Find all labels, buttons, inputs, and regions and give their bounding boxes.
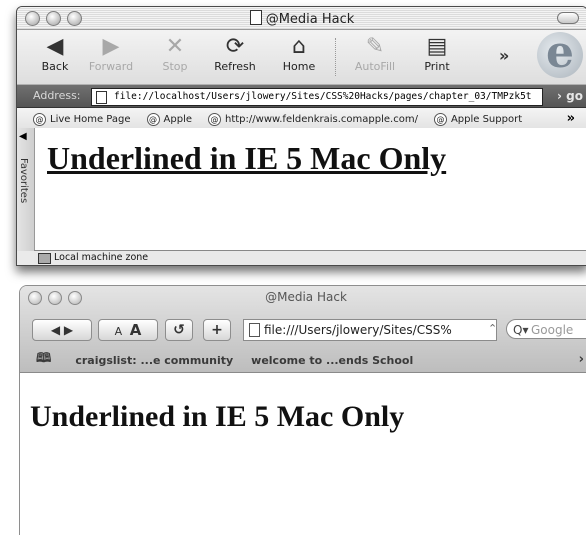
go-button[interactable]: › go <box>557 89 583 103</box>
back-arrow-icon: ◀ <box>46 34 64 59</box>
forward-arrow-icon: ▶ <box>102 34 120 59</box>
text-smaller-button[interactable]: A <box>115 325 123 338</box>
back-arrow-icon[interactable]: ◀ <box>51 323 60 337</box>
stop-x-icon: ✕ <box>165 34 185 59</box>
url-field[interactable]: file:///Users/jlowery/Sites/CSS% <box>243 319 497 341</box>
stop-button[interactable]: ✕ Stop <box>147 34 203 73</box>
page-icon <box>96 91 107 104</box>
sidebar-expand-icon: ◀ <box>19 131 27 142</box>
home-button[interactable]: ⌂ Home <box>271 34 327 73</box>
favorite-link-apple-support[interactable]: @ Apple Support <box>433 112 522 126</box>
ie-titlebar[interactable]: @Media Hack <box>17 7 586 30</box>
status-bar: Local machine zone <box>34 250 586 265</box>
print-button[interactable]: ▤ Print <box>409 34 465 73</box>
zone-icon <box>38 253 51 264</box>
address-label: Address: <box>33 89 81 102</box>
bookmarks-overflow-chevron[interactable]: › <box>579 352 584 367</box>
refresh-button[interactable]: ⟳ Refresh <box>207 34 263 73</box>
window-title: @Media Hack <box>265 290 347 304</box>
bookmarks-bar: 🕮 craigslist: ...e community welcome to … <box>20 349 586 371</box>
ie-logo-icon: e <box>537 31 583 78</box>
add-bookmark-button[interactable]: + <box>203 319 231 341</box>
home-icon: ⌂ <box>292 34 306 59</box>
favorite-link-live-home-page[interactable]: @ Live Home Page <box>33 112 131 126</box>
printer-icon: ▤ <box>426 34 448 59</box>
address-bar: Address: file://localhost/Users/jlowery/… <box>17 85 586 108</box>
forward-button[interactable]: ▶ Forward <box>83 34 139 73</box>
text-bigger-button[interactable]: A <box>130 321 142 339</box>
reload-button[interactable]: ↺ <box>165 319 193 341</box>
at-icon: @ <box>433 112 447 126</box>
favorites-sidebar-tab[interactable]: ◀ Favorites <box>17 128 35 251</box>
toolbar-toggle-button[interactable] <box>557 12 579 24</box>
refresh-icon: ⟳ <box>225 34 245 59</box>
forward-arrow-icon[interactable]: ▶ <box>64 323 73 337</box>
at-icon: @ <box>33 112 46 126</box>
ie-toolbar: ◀ Back ▶ Forward ✕ Stop ⟳ Refresh ⌂ Home… <box>17 30 586 85</box>
page-icon <box>249 323 260 337</box>
text-size-buttons[interactable]: A A <box>98 319 158 341</box>
window-title: @Media Hack <box>17 10 586 27</box>
toolbar-separator <box>335 38 336 76</box>
at-icon: @ <box>208 112 221 126</box>
google-search-field[interactable]: Q▾ Google <box>506 319 586 339</box>
autofill-button[interactable]: ✎ AutoFill <box>347 34 403 73</box>
favorites-overflow-chevron[interactable]: » <box>567 111 575 126</box>
document-icon <box>249 10 262 25</box>
ie-window: @Media Hack ◀ Back ▶ Forward ✕ Stop ⟳ Re… <box>16 6 586 266</box>
bookmarks-book-icon[interactable]: 🕮 <box>36 349 51 371</box>
favorite-link-apple[interactable]: @ Apple <box>146 112 192 126</box>
search-icon: Q▾ <box>513 323 529 337</box>
ie-page-content: ◀ Favorites Underlined in IE 5 Mac Only <box>17 128 586 251</box>
favorite-link-feldenkrais[interactable]: @ http://www.feldenkrais.comapple.com/ <box>208 112 418 126</box>
safari-toolbar: @Media Hack ◀ ▶ A A ↺ + file:///Users/jl… <box>20 286 586 373</box>
safari-page-heading: Underlined in IE 5 Mac Only <box>30 400 405 433</box>
ie-page-heading: Underlined in IE 5 Mac Only <box>47 140 447 176</box>
toolbar-overflow-chevron[interactable]: » <box>499 46 509 65</box>
at-icon: @ <box>146 112 160 126</box>
url-snapback-icon[interactable]: ⌃ <box>488 322 497 335</box>
autofill-pencil-icon: ✎ <box>365 34 385 59</box>
bookmark-welcome[interactable]: welcome to ...ends School <box>251 354 413 367</box>
safari-window: @Media Hack ◀ ▶ A A ↺ + file:///Users/jl… <box>19 285 586 535</box>
back-forward-buttons[interactable]: ◀ ▶ <box>32 319 92 341</box>
bookmark-craigslist[interactable]: craigslist: ...e community <box>75 354 233 367</box>
address-input[interactable]: file://localhost/Users/jlowery/Sites/CSS… <box>91 88 543 106</box>
back-button[interactable]: ◀ Back <box>27 34 83 73</box>
